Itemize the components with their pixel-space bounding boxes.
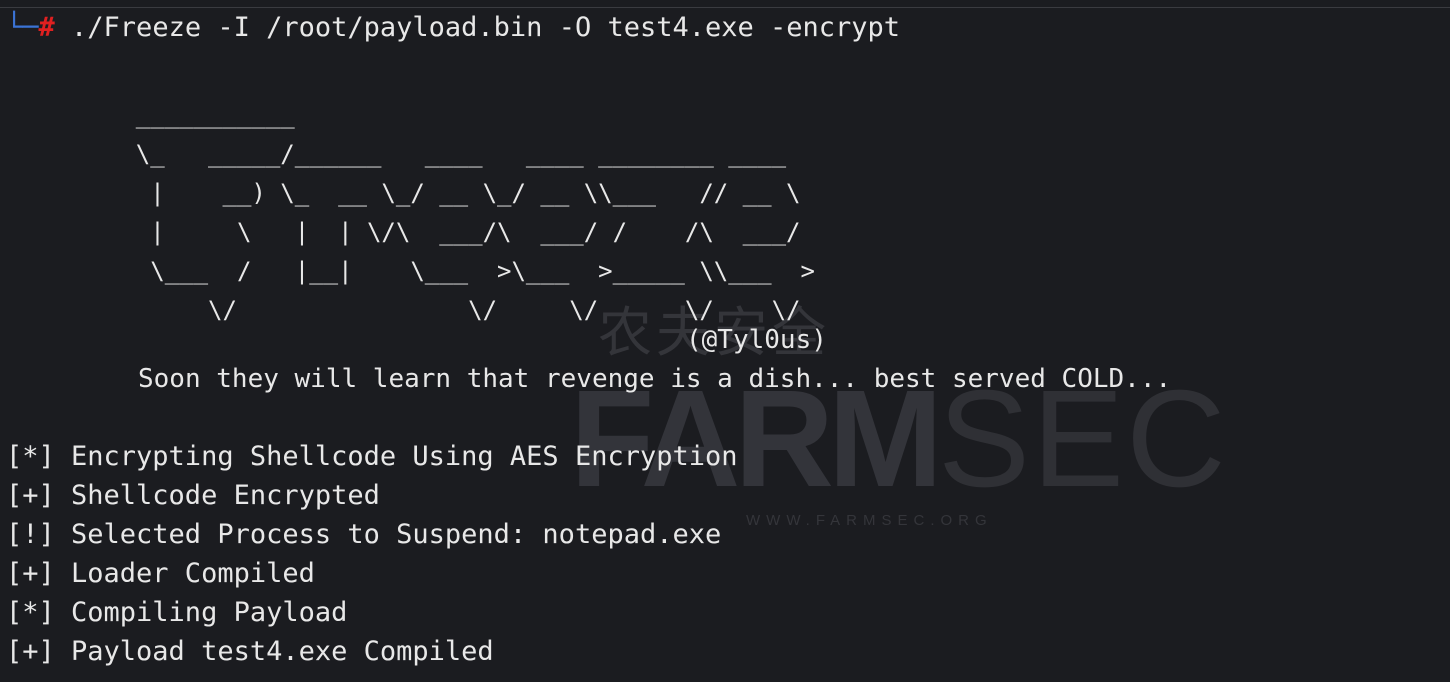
prompt-root-symbol: #	[38, 12, 55, 43]
status-line: [*] Encrypting Shellcode Using AES Encry…	[6, 441, 738, 472]
status-line: [+] Payload test4.exe Compiled	[6, 636, 494, 667]
command-text: ./Freeze -I /root/payload.bin -O test4.e…	[54, 12, 901, 43]
author-credit: (@Tyl0us)	[686, 325, 827, 355]
banner-tagline: Soon they will learn that revenge is a d…	[138, 364, 1172, 394]
command-line: └─# ./Freeze -I /root/payload.bin -O tes…	[6, 11, 900, 45]
status-line: [+] Shellcode Encrypted	[6, 480, 380, 511]
freeze-ascii-banner: ___________ \_ _____/______ ____ ____ __…	[135, 101, 815, 324]
status-line: [+] Loader Compiled	[6, 558, 315, 589]
watermark-url: WWW.FARMSEC.ORG	[746, 512, 993, 529]
terminal-top-divider	[0, 7, 1450, 8]
terminal-window[interactable]: 农夫安全 FARM SEC WWW.FARMSEC.ORG └─# ./Free…	[0, 0, 1450, 682]
prompt-corner-icon: └─	[6, 12, 39, 43]
status-line: [!] Selected Process to Suspend: notepad…	[6, 519, 722, 550]
status-line: [*] Compiling Payload	[6, 597, 348, 628]
